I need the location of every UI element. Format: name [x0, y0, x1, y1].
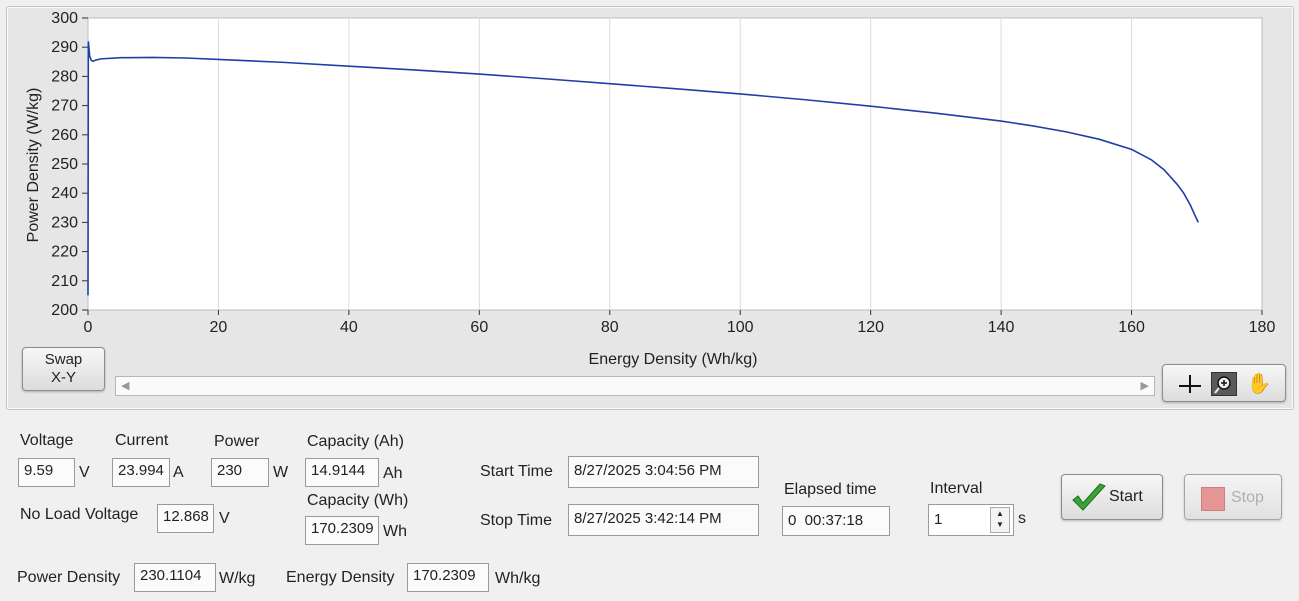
power-density-label: Power Density	[17, 569, 121, 586]
swap-label-line2: X-Y	[50, 369, 76, 386]
energy-density-unit: Wh/kg	[495, 570, 541, 587]
start-time-value: 8/27/2025 3:04:56 PM	[568, 456, 759, 488]
x-tick-label: 180	[1249, 319, 1276, 336]
stop-square-icon	[1201, 487, 1225, 511]
x-tick-label: 140	[988, 319, 1015, 336]
no-load-voltage-label: No Load Voltage	[20, 506, 139, 523]
capacity-wh-value: 170.2309	[305, 516, 379, 545]
zoom-icon[interactable]	[1211, 372, 1237, 396]
start-button-label: Start	[1109, 488, 1143, 505]
graph-palette: ✋	[1162, 364, 1286, 402]
start-button[interactable]: Start	[1061, 474, 1163, 520]
capacity-wh-unit: Wh	[383, 523, 407, 540]
stop-time-label: Stop Time	[480, 512, 553, 529]
x-tick-label: 20	[210, 319, 228, 336]
no-load-voltage-unit: V	[219, 510, 230, 527]
interval-value: 1	[934, 511, 943, 528]
x-tick-label: 120	[857, 319, 884, 336]
y-tick-label: 230	[51, 214, 78, 231]
y-axis-label: Power Density (W/kg)	[25, 88, 42, 243]
scroll-right-icon[interactable]: ▶	[1141, 379, 1149, 392]
stop-button-label: Stop	[1231, 489, 1264, 506]
power-density-value: 230.1104	[134, 563, 216, 592]
crosshair-cursor-icon[interactable]	[1177, 373, 1203, 395]
current-unit: A	[173, 464, 184, 481]
elapsed-time-label: Elapsed time	[784, 481, 877, 498]
swap-xy-button[interactable]: Swap X-Y	[22, 347, 105, 391]
y-tick-label: 260	[51, 127, 78, 144]
capacity-wh-label: Capacity (Wh)	[307, 492, 409, 509]
voltage-value: 9.59	[18, 458, 75, 487]
pan-hand-icon[interactable]: ✋	[1245, 371, 1273, 397]
swap-label-line1: Swap	[44, 351, 83, 368]
y-tick-label: 280	[51, 68, 78, 85]
y-tick-label: 210	[51, 273, 78, 290]
stop-time-value: 8/27/2025 3:42:14 PM	[568, 504, 759, 536]
capacity-ah-value: 14.9144	[305, 458, 379, 487]
x-tick-label: 0	[84, 319, 93, 336]
x-axis-label: Energy Density (Wh/kg)	[589, 351, 758, 368]
y-axis-ticks: 200 210 220 230 240 250 260 270 280 290 300	[51, 10, 88, 319]
interval-unit: s	[1018, 510, 1026, 527]
horizontal-scrollbar[interactable]: ◀ ▶	[115, 376, 1155, 396]
x-tick-label: 60	[470, 319, 488, 336]
power-label: Power	[214, 433, 260, 450]
capacity-ah-label: Capacity (Ah)	[307, 433, 404, 450]
start-time-label: Start Time	[480, 463, 553, 480]
x-tick-label: 40	[340, 319, 358, 336]
current-label: Current	[115, 432, 169, 449]
y-tick-label: 240	[51, 185, 78, 202]
voltage-label: Voltage	[20, 432, 74, 449]
no-load-voltage-value: 12.868	[157, 504, 214, 533]
elapsed-time-value: 0 00:37:18	[782, 506, 890, 536]
x-tick-label: 160	[1118, 319, 1145, 336]
interval-spinner[interactable]: ▲ ▼	[990, 507, 1010, 533]
y-tick-label: 220	[51, 244, 78, 261]
stop-button[interactable]: Stop	[1184, 474, 1282, 520]
capacity-ah-unit: Ah	[383, 465, 403, 482]
voltage-unit: V	[79, 464, 90, 481]
energy-density-label: Energy Density	[286, 569, 395, 586]
x-tick-label: 80	[601, 319, 619, 336]
x-tick-label: 100	[727, 319, 754, 336]
power-unit: W	[273, 464, 289, 481]
y-tick-label: 250	[51, 156, 78, 173]
x-axis-ticks: 0 20 40 60 80 100 120 140 160 180	[84, 310, 1276, 336]
power-energy-chart[interactable]: 200 210 220 230 240 250 260 270 280 290 300 0 20 40 6…	[0, 0, 1299, 410]
spin-down-icon[interactable]: ▼	[991, 519, 1009, 530]
y-tick-label: 200	[51, 302, 78, 319]
y-tick-label: 270	[51, 98, 78, 115]
energy-density-value: 170.2309	[407, 563, 489, 592]
interval-label: Interval	[930, 480, 983, 497]
scroll-left-icon[interactable]: ◀	[121, 379, 129, 392]
checkmark-icon	[1072, 483, 1106, 511]
y-tick-label: 290	[51, 39, 78, 56]
power-value: 230	[211, 458, 269, 487]
spin-up-icon[interactable]: ▲	[991, 508, 1009, 519]
y-tick-label: 300	[51, 10, 78, 27]
power-density-unit: W/kg	[219, 570, 256, 587]
current-value: 23.994	[112, 458, 170, 487]
